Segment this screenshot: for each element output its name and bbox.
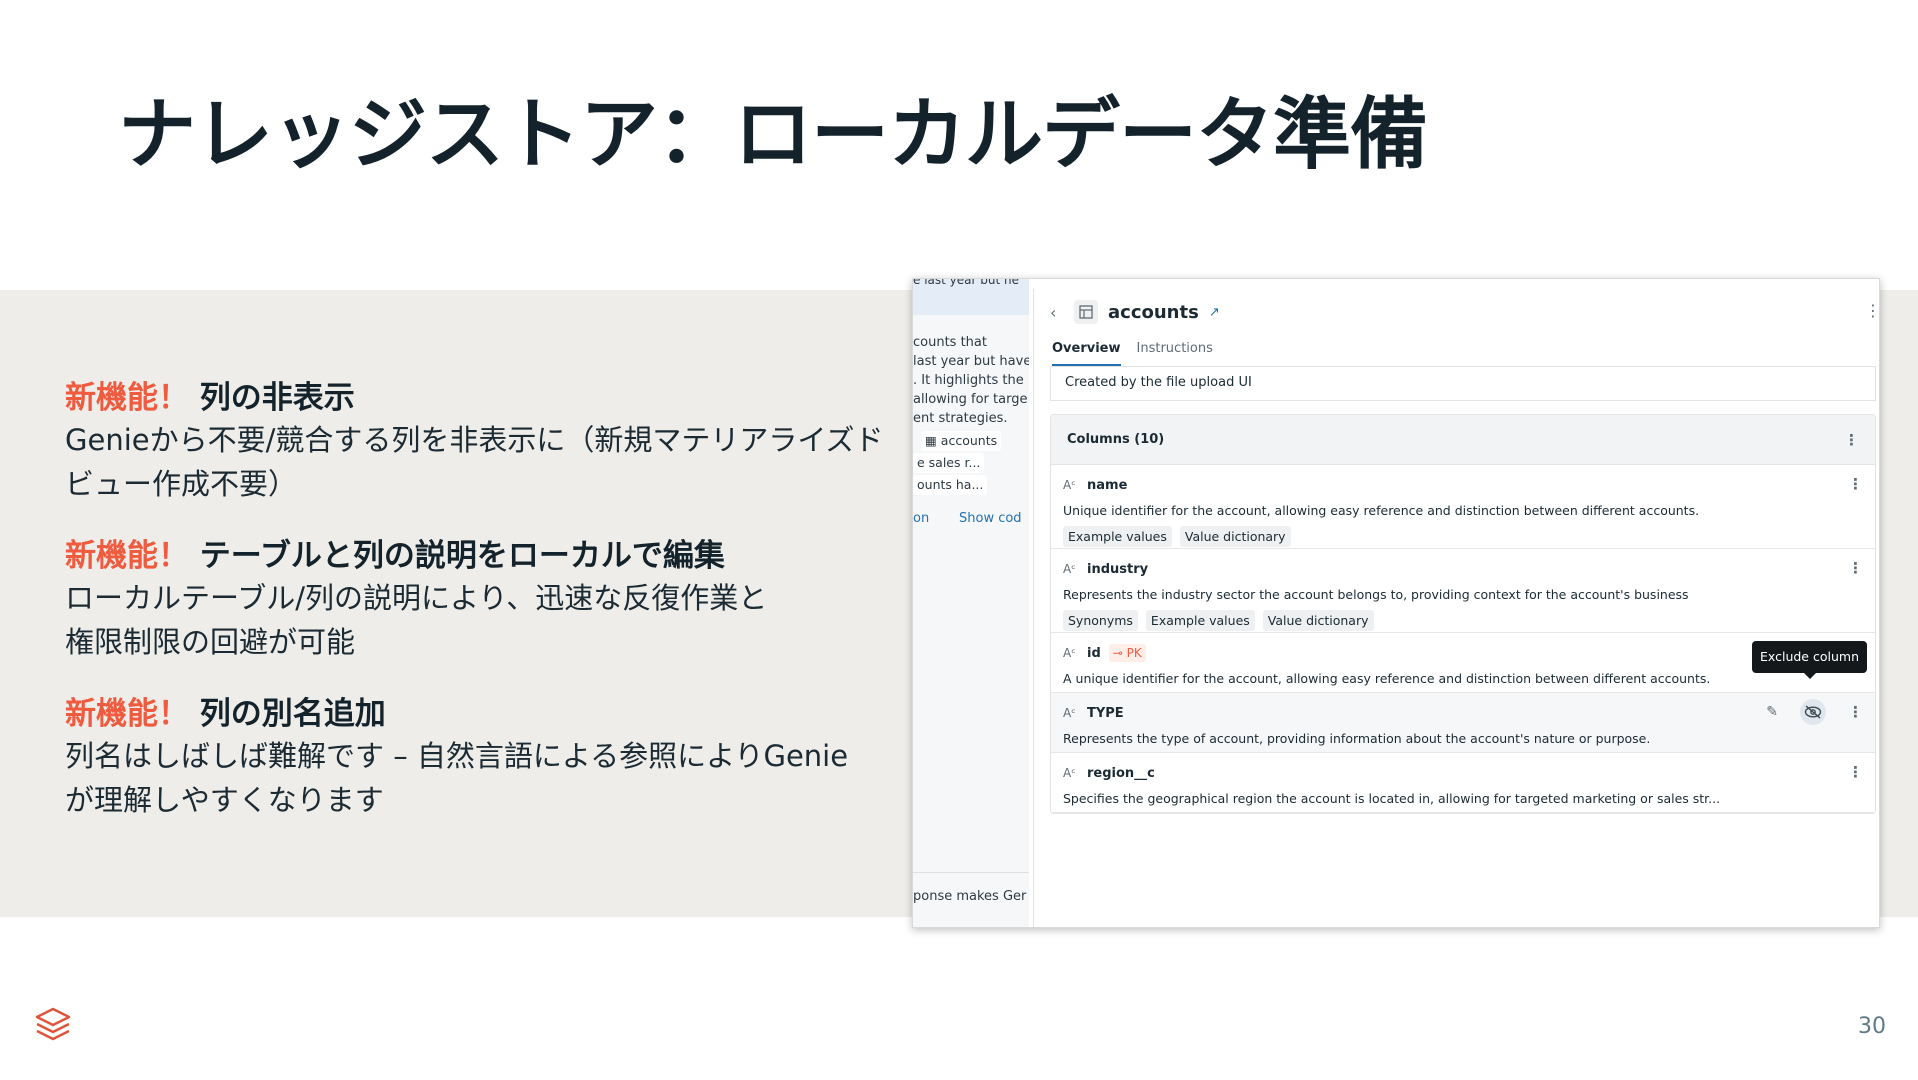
tab-overview[interactable]: Overview bbox=[1052, 341, 1121, 366]
page-number: 30 bbox=[1858, 1014, 1886, 1039]
column-name: name bbox=[1087, 477, 1128, 493]
feature-item: 新機能！ テーブルと列の説明をローカルで編集 ローカルテーブル/列の説明により、… bbox=[65, 536, 895, 664]
pencil-icon[interactable]: ✎ bbox=[1766, 704, 1778, 720]
feature-description: 権限制限の回避が可能 bbox=[65, 625, 356, 659]
chat-line: allowing for targe bbox=[913, 392, 1028, 407]
feature-new-label: 新機能！ bbox=[65, 696, 189, 732]
feature-title: テーブルと列の説明をローカルで編集 bbox=[199, 538, 725, 574]
table-detail-panel: ‹ accounts ↗ ⋮ Overview Instructions Cre… bbox=[1033, 289, 1879, 927]
feature-title: 列の別名追加 bbox=[199, 696, 386, 732]
tab-bar: Overview Instructions bbox=[1052, 341, 1213, 366]
exclude-column-button[interactable] bbox=[1800, 699, 1826, 725]
chat-chip[interactable]: e sales r... bbox=[913, 453, 985, 473]
feature-description: ローカルテーブル/列の説明により、迅速な反復作業と bbox=[65, 581, 768, 615]
feature-title: 列の非表示 bbox=[199, 380, 355, 416]
panel-header: ‹ accounts ↗ bbox=[1050, 297, 1220, 327]
brand-logo-icon bbox=[34, 1006, 72, 1044]
feature-item: 新機能！ 列の非表示 Genieから不要/競合する列を非表示に（新規マテリアライ… bbox=[65, 378, 895, 506]
chat-link[interactable]: on bbox=[913, 511, 929, 526]
more-icon[interactable]: ⋮ bbox=[1848, 475, 1863, 493]
show-code-link[interactable]: Show cod bbox=[959, 511, 1022, 526]
chat-line: . It highlights the bbox=[913, 373, 1024, 388]
more-icon[interactable]: ⋮ bbox=[1865, 301, 1879, 320]
chat-snippet: e last year but ne bbox=[913, 279, 1019, 287]
tag-value-dictionary[interactable]: Value dictionary bbox=[1262, 610, 1374, 631]
columns-header: Columns (10) ⋮ bbox=[1051, 415, 1875, 465]
table-icon bbox=[1074, 300, 1098, 324]
chat-message: counts that last year but have . It high… bbox=[913, 333, 1029, 428]
string-type-icon: Aᶜ bbox=[1063, 766, 1076, 780]
column-description: Represents the industry sector the accou… bbox=[1063, 587, 1689, 602]
chat-line: last year but have bbox=[913, 354, 1029, 369]
string-type-icon: Aᶜ bbox=[1063, 646, 1076, 660]
feature-item: 新機能！ 列の別名追加 列名はしばしば難解です – 自然言語による参照によりGe… bbox=[65, 694, 895, 822]
column-tags: Example values Value dictionary bbox=[1063, 526, 1863, 547]
embedded-screenshot: e last year but ne counts that last year… bbox=[912, 278, 1880, 928]
key-icon: ⊸ bbox=[1112, 646, 1123, 660]
column-description: Represents the type of account, providin… bbox=[1063, 731, 1651, 746]
columns-count: Columns (10) bbox=[1067, 432, 1165, 447]
eye-slash-icon bbox=[1804, 705, 1822, 719]
column-name: TYPE bbox=[1087, 705, 1124, 721]
column-description: Specifies the geographical region the ac… bbox=[1063, 791, 1721, 806]
columns-list: Columns (10) ⋮ Aᶜ name Unique identifier… bbox=[1050, 414, 1876, 814]
tag-value-dictionary[interactable]: Value dictionary bbox=[1179, 526, 1291, 547]
tag-example-values[interactable]: Example values bbox=[1063, 526, 1172, 547]
exclude-column-tooltip: Exclude column bbox=[1752, 641, 1867, 679]
more-icon[interactable]: ⋮ bbox=[1848, 559, 1863, 577]
tab-instructions[interactable]: Instructions bbox=[1137, 341, 1213, 366]
feature-new-label: 新機能！ bbox=[65, 538, 189, 574]
more-icon[interactable]: ⋮ bbox=[1844, 431, 1859, 449]
panel-title: accounts bbox=[1108, 301, 1199, 323]
more-icon[interactable]: ⋮ bbox=[1848, 763, 1863, 781]
string-type-icon: Aᶜ bbox=[1063, 478, 1076, 492]
back-chevron-icon[interactable]: ‹ bbox=[1050, 303, 1064, 322]
feature-description: Genieから不要/競合する列を非表示に（新規マテリアライズド bbox=[65, 423, 884, 457]
table-icon: ▦ bbox=[925, 433, 937, 448]
chat-line: counts that bbox=[913, 335, 987, 350]
string-type-icon: Aᶜ bbox=[1063, 562, 1076, 576]
chat-chip[interactable]: ounts ha... bbox=[913, 475, 988, 495]
column-row[interactable]: Aᶜ name Unique identifier for the accoun… bbox=[1051, 465, 1875, 549]
primary-key-badge: ⊸ PK bbox=[1108, 644, 1146, 662]
chat-bubble: e last year but ne bbox=[913, 279, 1029, 315]
column-name: industry bbox=[1087, 561, 1149, 577]
column-name: region__c bbox=[1087, 765, 1155, 781]
feature-description: ビュー作成不要） bbox=[65, 467, 298, 501]
table-description[interactable]: Created by the file upload UI bbox=[1050, 367, 1876, 401]
chat-line: ent strategies. bbox=[913, 411, 1008, 426]
slide-title: ナレッジストア：ローカルデータ準備 bbox=[118, 90, 1428, 180]
column-row[interactable]: Aᶜ region__c Specifies the geographical … bbox=[1051, 753, 1875, 813]
feature-list: 新機能！ 列の非表示 Genieから不要/競合する列を非表示に（新規マテリアライ… bbox=[65, 378, 895, 852]
feature-new-label: 新機能！ bbox=[65, 380, 189, 416]
feature-description: が理解しやすくなります bbox=[65, 783, 384, 817]
chat-panel: e last year but ne counts that last year… bbox=[913, 279, 1029, 927]
string-type-icon: Aᶜ bbox=[1063, 706, 1076, 720]
feature-description: 列名はしばしば難解です – 自然言語による参照によりGenie bbox=[65, 739, 849, 773]
column-description: A unique identifier for the account, all… bbox=[1063, 671, 1711, 686]
external-link-icon[interactable]: ↗ bbox=[1209, 305, 1220, 320]
column-tags: Synonyms Example values Value dictionary bbox=[1063, 610, 1863, 631]
column-row[interactable]: Aᶜ TYPE Represents the type of account, … bbox=[1051, 641, 1875, 753]
tag-example-values[interactable]: Example values bbox=[1145, 610, 1255, 631]
column-name: id bbox=[1087, 645, 1101, 661]
column-row[interactable]: Aᶜ industry Represents the industry sect… bbox=[1051, 549, 1875, 633]
column-description: Unique identifier for the account, allow… bbox=[1063, 503, 1700, 518]
chat-message: ponse makes Ger bbox=[913, 889, 1027, 904]
chat-chip-accounts[interactable]: ▦ accounts bbox=[921, 431, 1002, 451]
divider bbox=[913, 872, 1029, 873]
more-icon[interactable]: ⋮ bbox=[1848, 703, 1863, 721]
tag-synonyms[interactable]: Synonyms bbox=[1063, 610, 1138, 631]
